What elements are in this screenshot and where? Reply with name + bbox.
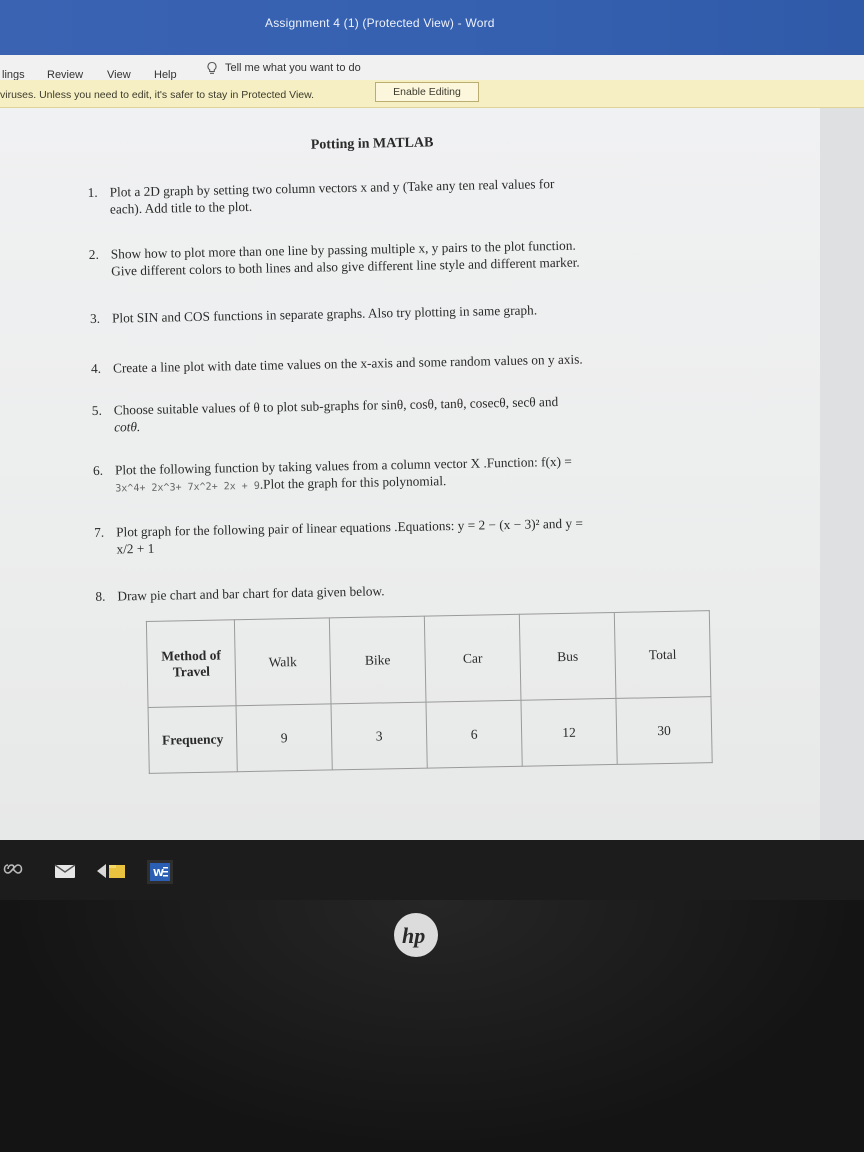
title-bar: Assignment 4 (1) (Protected View) - Word	[0, 0, 864, 55]
table-cell: Bike	[329, 616, 426, 704]
screen: Assignment 4 (1) (Protected View) - Word…	[0, 0, 864, 840]
table-header-method: Method of Travel	[146, 619, 237, 708]
table-cell: Bus	[519, 612, 616, 701]
infinity-icon[interactable]	[2, 862, 24, 876]
question-8: 8. Draw pie chart and bar chart for data …	[95, 583, 385, 604]
word-icon[interactable]: W	[147, 860, 173, 884]
lightbulb-icon	[207, 61, 217, 74]
table-cell: Total	[614, 610, 711, 699]
svg-text:hp: hp	[402, 923, 425, 948]
table-row: Method of Travel Walk Bike Car Bus Total	[146, 610, 711, 708]
question-6: 6. Plot the following function by taking …	[92, 453, 572, 495]
table-cell: 3	[331, 702, 428, 770]
mail-icon[interactable]	[54, 862, 76, 880]
table-header-frequency: Frequency	[148, 705, 238, 774]
question-4: 4. Create a line plot with date time valu…	[90, 351, 583, 376]
table-cell: Car	[424, 614, 521, 703]
document-content: Potting in MATLAB 1. Plot a 2D graph by s…	[0, 100, 832, 840]
question-3: 3. Plot SIN and COS functions in separate…	[89, 302, 538, 326]
file-explorer-icon[interactable]	[108, 862, 126, 880]
question-5: 5. Choose suitable values of θ to plot su…	[91, 394, 559, 435]
question-1: 1. Plot a 2D graph by setting two column …	[87, 176, 555, 217]
taskbar: W	[0, 840, 864, 900]
document-title: Potting in MATLAB	[310, 135, 434, 153]
question-2: 2. Show how to plot more than one line by…	[88, 237, 580, 279]
enable-editing-button[interactable]: Enable Editing	[375, 82, 479, 102]
table-cell: 6	[425, 700, 523, 769]
table-cell: 30	[615, 696, 713, 765]
table-cell: Walk	[234, 617, 332, 706]
window-title: Assignment 4 (1) (Protected View) - Word	[265, 16, 495, 30]
travel-table: Method of Travel Walk Bike Car Bus Total…	[146, 610, 713, 774]
back-icon[interactable]	[94, 862, 108, 880]
tell-me-text: Tell me what you want to do	[225, 62, 361, 74]
tell-me-box[interactable]: Tell me what you want to do	[205, 61, 361, 75]
table-cell: 9	[236, 703, 333, 772]
question-7: 7. Plot graph for the following pair of l…	[94, 515, 584, 557]
protected-view-message: viruses. Unless you need to edit, it's s…	[0, 89, 315, 101]
table-cell: 12	[520, 698, 618, 767]
svg-text:W: W	[153, 868, 164, 879]
table-row: Frequency 9 3 6 12 30	[148, 696, 713, 774]
hp-logo: hp	[394, 913, 438, 957]
document-page[interactable]: Potting in MATLAB 1. Plot a 2D graph by s…	[0, 108, 820, 840]
